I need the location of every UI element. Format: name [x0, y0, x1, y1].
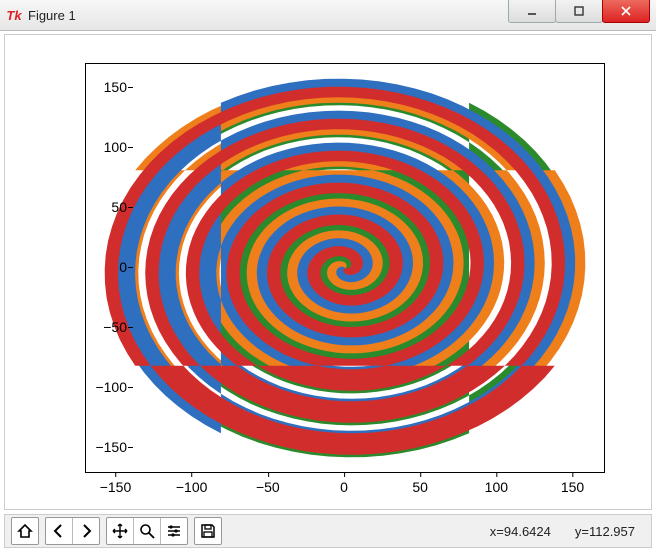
- back-button[interactable]: [46, 518, 73, 544]
- y-tick: −100: [77, 379, 127, 395]
- close-button[interactable]: [602, 0, 650, 23]
- zoom-button[interactable]: [134, 518, 161, 544]
- window-title: Figure 1: [28, 8, 509, 23]
- home-button[interactable]: [12, 518, 38, 544]
- minimize-button[interactable]: [508, 0, 556, 23]
- y-tick: −150: [77, 439, 127, 455]
- y-tick: 100: [77, 139, 127, 155]
- configure-button[interactable]: [161, 518, 187, 544]
- window-buttons: [509, 0, 650, 23]
- x-tick: −150: [100, 479, 132, 495]
- pan-button[interactable]: [107, 518, 134, 544]
- y-tick: 150: [77, 79, 127, 95]
- spiral-plot: [86, 64, 604, 472]
- plot-canvas[interactable]: −150 −100 −50 0 50 100 150 −150 −100 −50 0 50 100 150: [4, 34, 652, 510]
- cursor-readout: x=94.6424 y=112.957: [490, 524, 645, 539]
- figure-window: Tk Figure 1 −150 −100 −50 0 50 100 150 −150 −100…: [0, 0, 656, 552]
- x-tick: 0: [340, 479, 348, 495]
- x-tick: −50: [256, 479, 280, 495]
- x-tick: 50: [412, 479, 428, 495]
- nav-toolbar: x=94.6424 y=112.957: [4, 514, 652, 548]
- plot-axes: [85, 63, 605, 473]
- save-button[interactable]: [195, 518, 221, 544]
- x-tick: 100: [485, 479, 508, 495]
- x-tick: 150: [561, 479, 584, 495]
- tk-icon: Tk: [6, 7, 22, 23]
- x-tick: −100: [176, 479, 208, 495]
- titlebar: Tk Figure 1: [0, 0, 656, 31]
- cursor-y: y=112.957: [575, 524, 635, 539]
- y-tick: 50: [77, 199, 127, 215]
- y-tick: −50: [77, 319, 127, 335]
- forward-button[interactable]: [73, 518, 99, 544]
- y-tick: 0: [77, 259, 127, 275]
- maximize-button[interactable]: [555, 0, 603, 23]
- cursor-x: x=94.6424: [490, 524, 551, 539]
